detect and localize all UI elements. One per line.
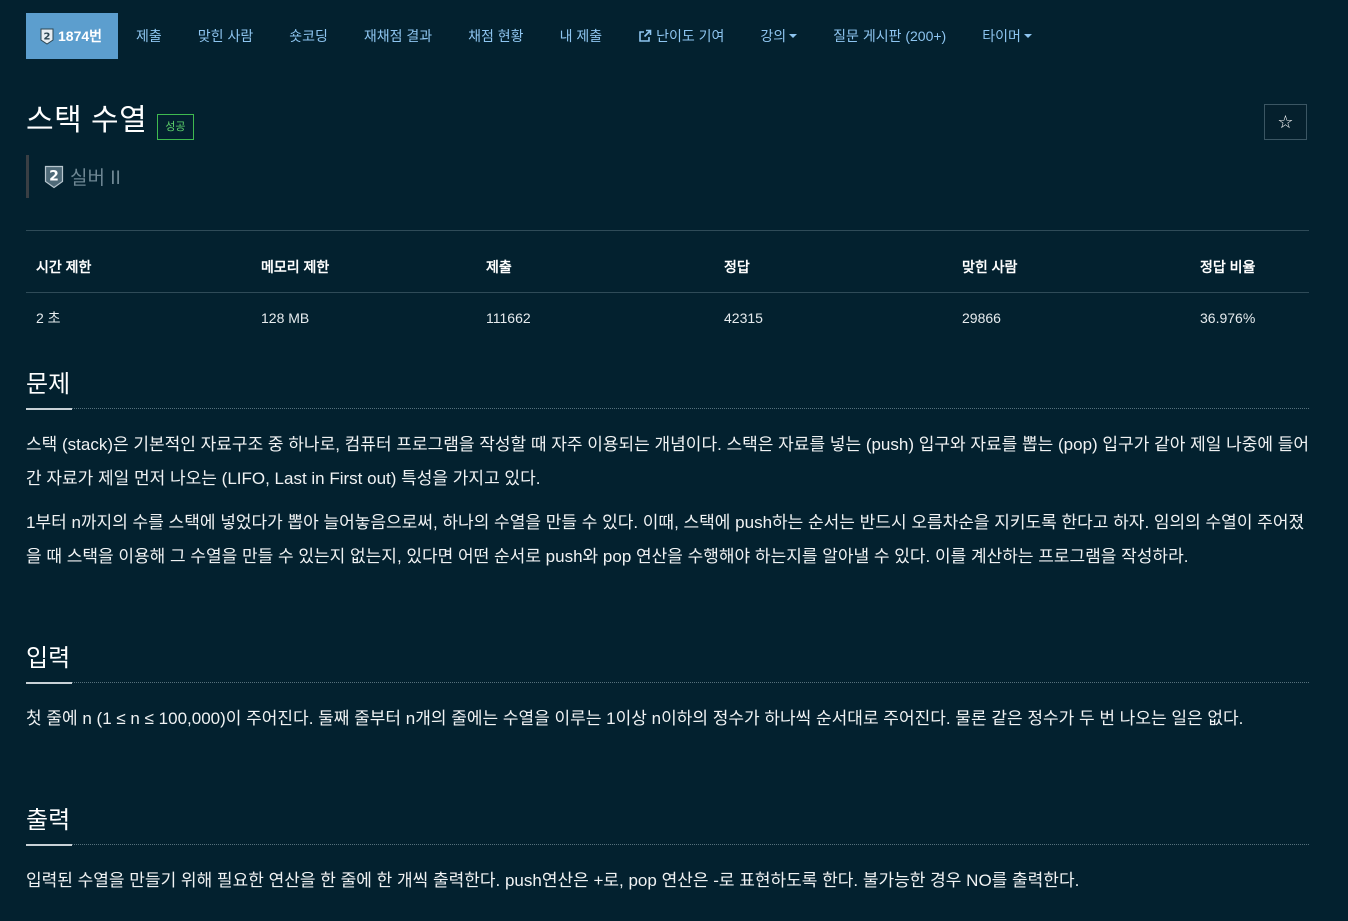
problem-description-section: 문제 스택 (stack)은 기본적인 자료구조 중 하나로, 컴퓨터 프로그램… [26, 366, 1309, 574]
section-body: 스택 (stack)은 기본적인 자료구조 중 하나로, 컴퓨터 프로그램을 작… [26, 409, 1309, 574]
caret-down-icon [1023, 34, 1032, 38]
section-header: 문제 [26, 366, 1309, 410]
tab-short-coding[interactable]: 숏코딩 [271, 13, 346, 59]
accepted-value: 42315 [724, 310, 763, 326]
table-header-row: 시간 제한 메모리 제한 제출 정답 맞힌 사람 정답 비율 [26, 252, 1309, 293]
tab-lectures-label: 강의 [760, 28, 787, 44]
problem-tier: 2 실버 II [26, 155, 121, 198]
tab-difficulty-contribution[interactable]: 난이도 기여 [620, 13, 742, 59]
svg-text:2: 2 [49, 168, 59, 184]
caret-down-icon [789, 34, 798, 38]
time-limit-value: 2 초 [36, 310, 61, 326]
problem-title-row: 스택 수열 성공 [26, 100, 194, 142]
section-header: 출력 [26, 802, 1309, 846]
solved-users-value: 29866 [962, 310, 1001, 326]
section-title-underline [26, 682, 72, 684]
tab-accepted-users[interactable]: 맞힌 사람 [180, 13, 271, 59]
header-accepted: 정답 [714, 252, 952, 293]
favorite-star-button[interactable]: ☆ [1264, 104, 1307, 140]
tab-submit-label: 제출 [136, 28, 162, 44]
section-title-description: 문제 [26, 371, 71, 398]
problem-input-section: 입력 첫 줄에 n (1 ≤ n ≤ 100,000)이 주어진다. 둘째 줄부… [26, 640, 1309, 736]
section-title-underline [26, 844, 72, 846]
result-success-badge: 성공 [157, 114, 194, 140]
tab-difficulty-contribution-label: 난이도 기여 [656, 28, 725, 44]
problem-page: 2 1874번 제출 맞힌 사람 숏코딩 재채점 결과 채점 현황 내 제출 난… [0, 0, 1348, 921]
section-header: 입력 [26, 640, 1309, 684]
section-title-output: 출력 [26, 807, 71, 834]
problem-nav-tabs: 2 1874번 제출 맞힌 사람 숏코딩 재채점 결과 채점 현황 내 제출 난… [26, 13, 1348, 59]
tab-my-submissions[interactable]: 내 제출 [542, 13, 621, 59]
problem-number-label: 1874번 [58, 28, 103, 44]
tab-problem-number[interactable]: 2 1874번 [26, 13, 119, 59]
problem-title: 스택 수열 [26, 104, 148, 137]
tab-accepted-users-label: 맞힌 사람 [197, 28, 254, 44]
external-link-icon [639, 29, 652, 42]
tab-question-board[interactable]: 질문 게시판 (200+) [815, 13, 964, 59]
divider [26, 230, 1309, 231]
star-icon: ☆ [1277, 111, 1294, 132]
header-memory-limit: 메모리 제한 [251, 252, 476, 293]
tab-submit[interactable]: 제출 [118, 13, 180, 59]
silver-tier-badge-icon: 2 [44, 165, 64, 188]
description-paragraph: 1부터 n까지의 수를 스택에 넣었다가 뽑아 늘어놓음으로써, 하나의 수열을… [26, 513, 1305, 566]
svg-text:2: 2 [44, 31, 51, 42]
section-title-underline [26, 408, 72, 410]
header-submissions: 제출 [476, 252, 714, 293]
memory-limit-value: 128 MB [261, 310, 310, 326]
header-solved-users: 맞힌 사람 [952, 252, 1190, 293]
header-accept-ratio: 정답 비율 [1190, 252, 1309, 293]
silver-tier-badge-icon: 2 [40, 28, 54, 45]
output-paragraph: 입력된 수열을 만들기 위해 필요한 연산을 한 줄에 한 개씩 출력한다. p… [26, 871, 1080, 890]
section-body: 입력된 수열을 만들기 위해 필요한 연산을 한 줄에 한 개씩 출력한다. p… [26, 845, 1309, 898]
tab-timer-label: 타이머 [982, 28, 1021, 44]
problem-output-section: 출력 입력된 수열을 만들기 위해 필요한 연산을 한 줄에 한 개씩 출력한다… [26, 802, 1309, 898]
tab-judge-status-label: 채점 현황 [468, 28, 524, 44]
description-paragraph: 스택 (stack)은 기본적인 자료구조 중 하나로, 컴퓨터 프로그램을 작… [26, 435, 1309, 488]
tab-judge-status[interactable]: 채점 현황 [450, 13, 541, 59]
tab-question-board-label: 질문 게시판 (200+) [833, 28, 947, 44]
tab-lectures-dropdown[interactable]: 강의 [742, 13, 815, 59]
submissions-value: 111662 [486, 310, 531, 326]
tab-rejudge-results-label: 재채점 결과 [363, 28, 433, 44]
tier-text: 실버 II [70, 168, 121, 189]
section-body: 첫 줄에 n (1 ≤ n ≤ 100,000)이 주어진다. 둘째 줄부터 n… [26, 683, 1309, 736]
section-title-input: 입력 [26, 645, 71, 672]
tab-rejudge-results[interactable]: 재채점 결과 [346, 13, 450, 59]
problem-info-table: 시간 제한 메모리 제한 제출 정답 맞힌 사람 정답 비율 2 초 128 M… [26, 252, 1309, 333]
table-row: 2 초 128 MB 111662 42315 29866 36.976% [26, 293, 1309, 334]
accept-ratio-value: 36.976% [1200, 310, 1256, 326]
tab-short-coding-label: 숏코딩 [289, 28, 328, 44]
tab-timer-dropdown[interactable]: 타이머 [964, 13, 1050, 59]
input-paragraph: 첫 줄에 n (1 ≤ n ≤ 100,000)이 주어진다. 둘째 줄부터 n… [26, 709, 1244, 728]
header-time-limit: 시간 제한 [26, 252, 251, 293]
tab-my-submissions-label: 내 제출 [559, 28, 603, 44]
